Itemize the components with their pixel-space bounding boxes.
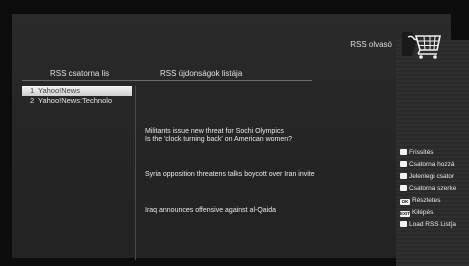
shopping-cart-icon	[402, 26, 444, 60]
news-list-heading: RSS újdonságok listája	[160, 69, 243, 78]
news-item[interactable]: Militants issue new threat for Sochi Oly…	[145, 128, 284, 135]
menu-item-current-channel[interactable]: Jelenlegi csator	[400, 172, 469, 181]
column-divider	[135, 86, 136, 260]
menu-item-add-channel[interactable]: Csatorna hozzá	[400, 160, 469, 169]
channel-label: Yahoo!News	[38, 86, 80, 95]
menu-item-load-rss-list[interactable]: Load RSS List[a	[400, 220, 469, 229]
channel-number: 1	[30, 86, 35, 95]
ok-key-icon: OK	[400, 198, 410, 205]
channel-label: Yahoo!News:Technolo	[38, 96, 113, 105]
channel-list-heading: RSS csatorna lis	[50, 69, 110, 78]
white-key-icon	[400, 172, 407, 179]
news-item[interactable]: Syria opposition threatens talks boycott…	[145, 171, 315, 178]
header-divider	[22, 80, 312, 81]
channel-item[interactable]: 2 Yahoo!News:Technolo	[22, 96, 132, 106]
menu-item-exit[interactable]: EXIT Kilépés	[400, 208, 469, 217]
page-title: RSS olvasó	[350, 40, 392, 49]
exit-key-icon: EXIT	[400, 210, 411, 217]
white-key-icon	[400, 220, 407, 227]
rss-reader-screen: RSS olvasó RSS csatorna lis RSS újdonság…	[0, 0, 469, 266]
menu-item-details[interactable]: OK Részletes	[400, 196, 469, 205]
news-item[interactable]: Is the 'clock turning back' on American …	[145, 136, 292, 143]
channel-number: 2	[30, 96, 35, 105]
white-key-icon	[400, 148, 407, 155]
menu-item-edit-channel[interactable]: Csatorna szerke	[400, 184, 469, 193]
news-item[interactable]: Iraq announces offensive against al-Qaid…	[145, 207, 276, 214]
white-key-icon	[400, 160, 407, 167]
channel-item-selected[interactable]: 1 Yahoo!News	[22, 86, 132, 96]
menu-item-refresh[interactable]: Frissítés	[400, 148, 469, 157]
channel-list: 1 Yahoo!News 2 Yahoo!News:Technolo	[22, 86, 132, 106]
white-key-icon	[400, 184, 407, 191]
